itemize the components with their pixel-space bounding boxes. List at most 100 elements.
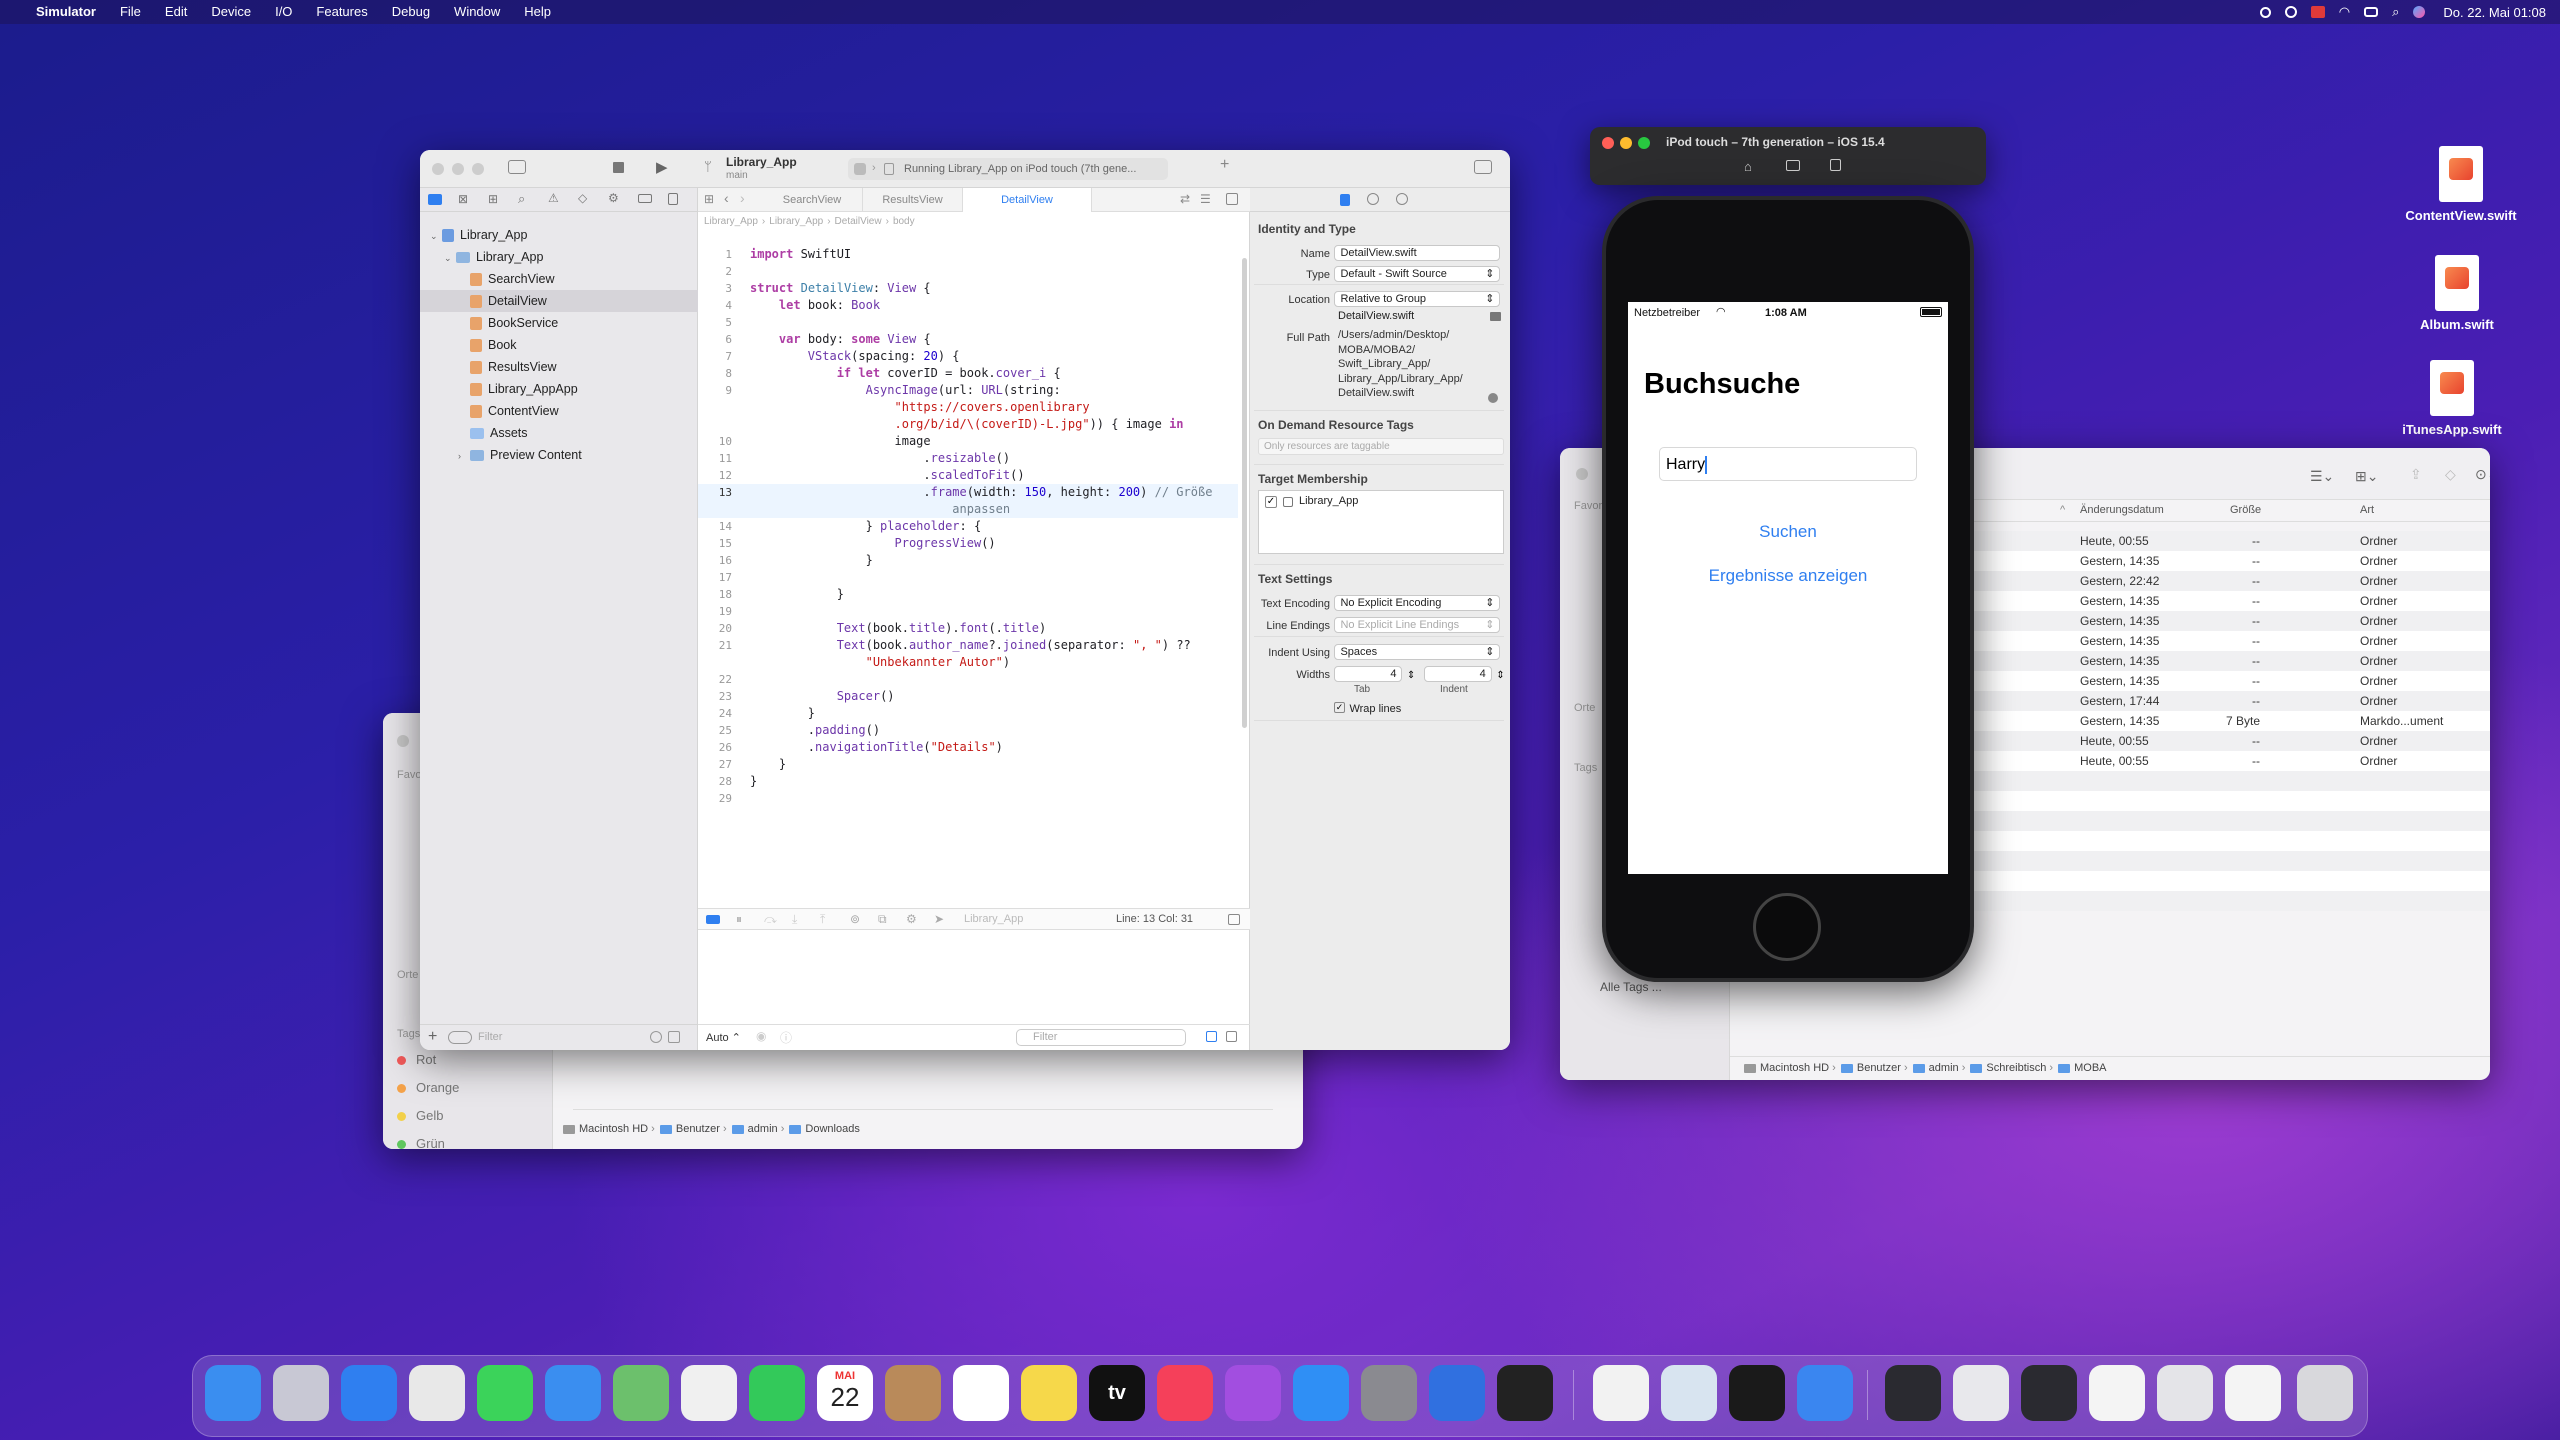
- symbol-icon[interactable]: ⊞: [488, 192, 498, 206]
- code-line[interactable]: 9 AsyncImage(url: URL(string:: [698, 382, 1238, 399]
- tree-item-searchview[interactable]: SearchView: [420, 268, 698, 290]
- column-header-kind[interactable]: Art: [2360, 504, 2374, 516]
- tag-item[interactable]: Grün: [397, 1130, 459, 1149]
- textedit-icon[interactable]: [1593, 1365, 1649, 1421]
- info-icon[interactable]: ⓘ: [780, 1029, 792, 1046]
- device-icon[interactable]: [884, 163, 894, 175]
- grid-icon[interactable]: ⊞: [704, 192, 714, 206]
- code-line[interactable]: 11 .resizable(): [698, 450, 1238, 467]
- disclosure-icon[interactable]: ⌄: [444, 247, 456, 269]
- back-icon[interactable]: ‹: [724, 190, 729, 206]
- window-2-icon[interactable]: [1953, 1365, 2009, 1421]
- tree-item-library-appapp[interactable]: Library_AppApp: [420, 378, 698, 400]
- indent-using-select[interactable]: Spaces ⇕: [1334, 643, 1501, 660]
- console-left-icon[interactable]: [1206, 1031, 1217, 1042]
- tv-icon[interactable]: tv: [1089, 1365, 1145, 1421]
- desktop-file-contentview[interactable]: ContentView.swift: [2396, 146, 2526, 223]
- jumpbar-item[interactable]: DetailView: [835, 216, 882, 227]
- activity-monitor-icon[interactable]: [1497, 1365, 1553, 1421]
- folder-icon[interactable]: [428, 194, 442, 205]
- close-button[interactable]: [1602, 137, 1614, 149]
- chrome-icon[interactable]: [409, 1365, 465, 1421]
- control-center-icon[interactable]: [2364, 7, 2379, 17]
- location-icon[interactable]: ➤: [934, 912, 944, 926]
- jumpbar-item[interactable]: Library_App: [704, 216, 758, 227]
- code-area[interactable]: 1 import SwiftUI 2 3 struct DetailView: View…: [698, 246, 1238, 807]
- code-line[interactable]: 7 VStack(spacing: 20) {: [698, 348, 1238, 365]
- messages-icon[interactable]: [477, 1365, 533, 1421]
- issue-icon[interactable]: ⚠: [548, 191, 559, 205]
- step-over-icon[interactable]: ⤼: [764, 912, 777, 927]
- column-header-date[interactable]: Änderungsdatum: [2080, 504, 2164, 516]
- wrap-lines-checkbox[interactable]: ✓: [1334, 702, 1345, 714]
- tag-item[interactable]: Orange: [397, 1074, 459, 1102]
- tree-item-library-app[interactable]: ⌄ Library_App: [420, 224, 698, 246]
- hide-debug-icon[interactable]: [706, 915, 720, 924]
- menu-edit[interactable]: Edit: [153, 0, 199, 24]
- breakpoint-icon[interactable]: [638, 194, 652, 203]
- simulator-icon[interactable]: [1797, 1365, 1853, 1421]
- history-icon[interactable]: [1367, 193, 1379, 205]
- path-segment[interactable]: Benutzer: [1857, 1062, 1901, 1074]
- code-line[interactable]: 21 Text(book.author_name?.joined(separat…: [698, 637, 1238, 654]
- notes-icon[interactable]: [1021, 1365, 1077, 1421]
- menu-window[interactable]: Window: [442, 0, 512, 24]
- disclosure-icon[interactable]: ⌄: [430, 225, 442, 247]
- path-segment[interactable]: Benutzer: [676, 1123, 720, 1135]
- scheme-icon[interactable]: [854, 163, 866, 175]
- view-debugger-icon[interactable]: ⊚: [850, 912, 860, 926]
- code-line[interactable]: "https://covers.openlibrary: [698, 399, 1238, 416]
- home-button[interactable]: [1753, 893, 1821, 961]
- safari-icon[interactable]: [341, 1365, 397, 1421]
- system-preferences-icon[interactable]: [1361, 1365, 1417, 1421]
- flag-icon[interactable]: [2310, 6, 2325, 18]
- zoom-button[interactable]: [472, 163, 484, 175]
- editor-options-icon[interactable]: ☰: [1200, 192, 1211, 206]
- window-3-icon[interactable]: [2021, 1365, 2077, 1421]
- siri-icon[interactable]: [2413, 6, 2426, 18]
- code-line[interactable]: 6 var body: some View {: [698, 331, 1238, 348]
- indent-width-field[interactable]: 4: [1423, 665, 1492, 682]
- pause-icon[interactable]: ⏸: [736, 912, 742, 927]
- tree-item-library-app[interactable]: ⌄ Library_App: [420, 246, 698, 268]
- tree-item-assets[interactable]: Assets: [420, 422, 698, 444]
- code-line[interactable]: 22: [698, 671, 1238, 688]
- filter-icon[interactable]: [448, 1031, 472, 1044]
- path-segment[interactable]: admin: [1929, 1062, 1959, 1074]
- encoding-select[interactable]: No Explicit Encoding ⇕: [1334, 594, 1501, 611]
- scm-filter-icon[interactable]: [668, 1031, 680, 1043]
- code-line[interactable]: 14 } placeholder: {: [698, 518, 1238, 535]
- code-line[interactable]: 25 .padding(): [698, 722, 1238, 739]
- list-view-icon[interactable]: ☰⌄: [2310, 468, 2334, 485]
- rotate-icon[interactable]: [1830, 159, 1841, 171]
- maps-icon[interactable]: [613, 1365, 669, 1421]
- tab-resultsview[interactable]: ResultsView: [862, 188, 962, 212]
- project-name[interactable]: Library_App: [726, 155, 797, 169]
- menu-io[interactable]: I/O: [263, 0, 304, 24]
- mail-icon[interactable]: [545, 1365, 601, 1421]
- tab-width-field[interactable]: 4: [1334, 665, 1403, 682]
- code-line[interactable]: 3 struct DetailView: View {: [698, 280, 1238, 297]
- tag-item[interactable]: Gelb: [397, 1102, 459, 1130]
- step-into-icon[interactable]: ⤓: [792, 912, 797, 927]
- jump-bar[interactable]: Library_App › Library_App › DetailView › body: [698, 212, 1250, 232]
- preview-icon[interactable]: [1661, 1365, 1717, 1421]
- code-line[interactable]: 16 }: [698, 552, 1238, 569]
- add-file-icon[interactable]: +: [428, 1028, 437, 1046]
- test-icon[interactable]: ◇: [578, 191, 587, 205]
- tree-item-preview-content[interactable]: › Preview Content: [420, 444, 698, 466]
- debug-icon[interactable]: ⚙: [608, 191, 619, 205]
- tag-item[interactable]: Rot: [397, 1046, 459, 1074]
- jumpbar-item[interactable]: body: [893, 216, 915, 227]
- sidebar-all-tags[interactable]: Alle Tags ...: [1600, 980, 1662, 994]
- contacts-icon[interactable]: [885, 1365, 941, 1421]
- disclosure-icon[interactable]: ›: [458, 445, 470, 467]
- window-4-icon[interactable]: [2089, 1365, 2145, 1421]
- column-header-size[interactable]: Größe: [2230, 504, 2261, 516]
- help-icon[interactable]: [1396, 193, 1408, 205]
- music-icon[interactable]: [1157, 1365, 1213, 1421]
- source-control-icon[interactable]: ⊠: [458, 192, 468, 206]
- run-icon[interactable]: ▶: [656, 158, 668, 176]
- code-line[interactable]: 13 .frame(width: 150, height: 200) // Gr…: [698, 484, 1238, 501]
- add-icon[interactable]: +: [1220, 156, 1229, 174]
